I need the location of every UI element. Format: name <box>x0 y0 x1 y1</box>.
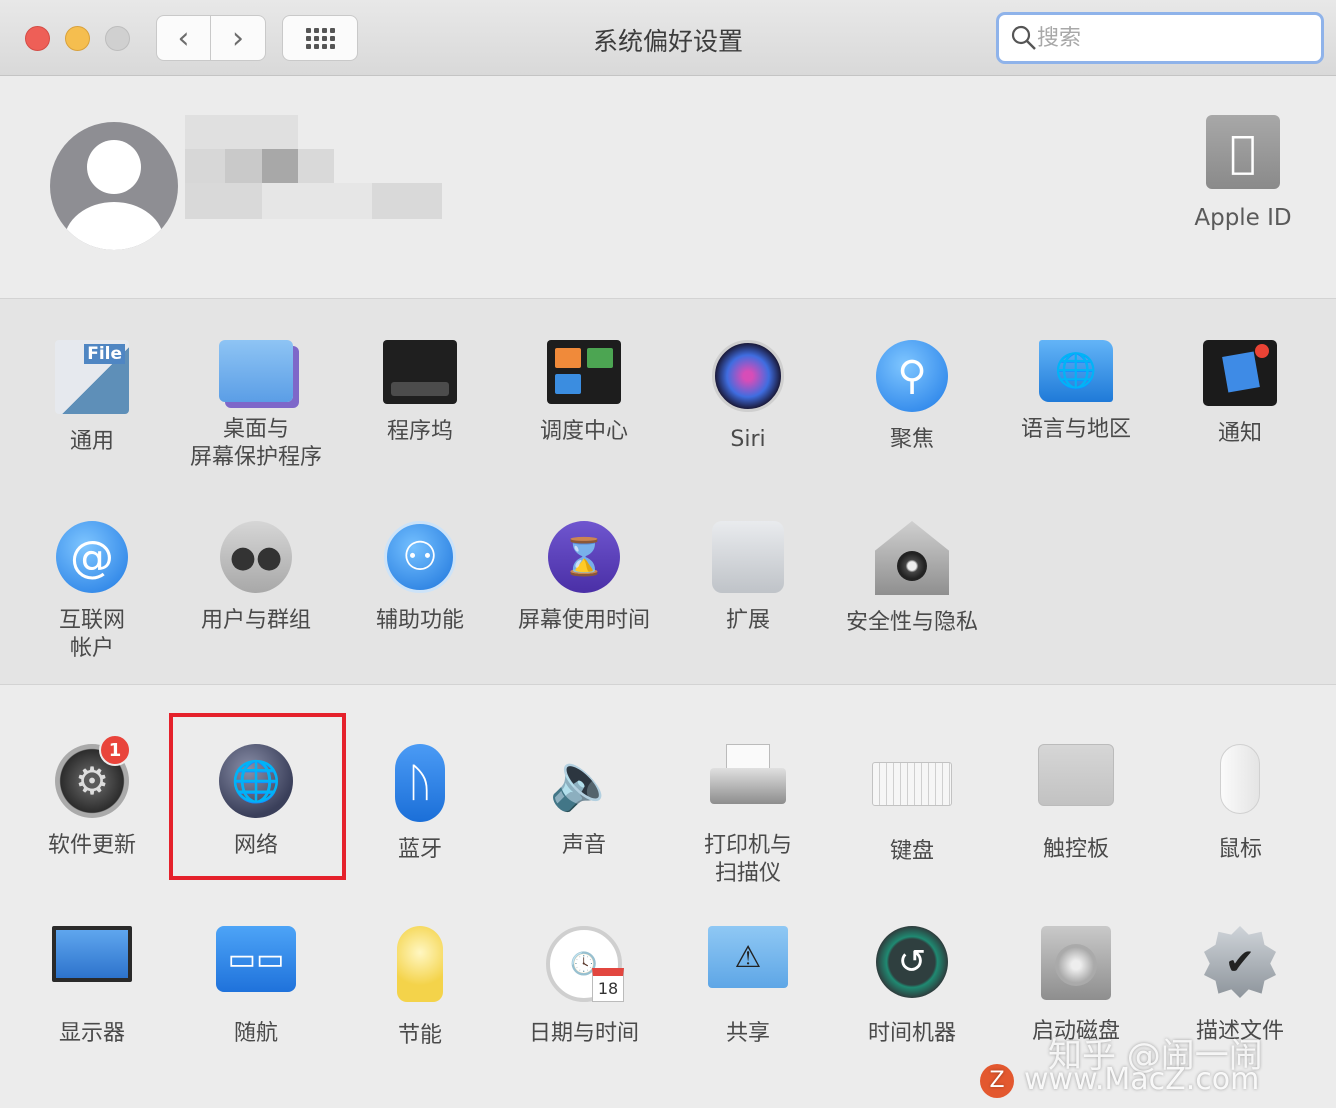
pref-network[interactable]: 🌐 网络 <box>174 744 338 860</box>
macz-logo-icon: Z <box>980 1063 1014 1098</box>
speaker-icon: 🔈 <box>549 749 619 814</box>
pref-internet-accounts[interactable]: @ 互联网 帐户 <box>10 521 174 663</box>
pref-security-privacy[interactable]: 安全性与隐私 <box>830 521 994 637</box>
chevron-left-icon: ‹ <box>177 20 190 56</box>
pref-users-groups[interactable]: ●● 用户与群组 <box>174 521 338 635</box>
notifications-icon <box>1203 340 1277 406</box>
pref-keyboard[interactable]: 键盘 <box>830 744 994 866</box>
display-icon <box>52 926 132 982</box>
pref-mouse[interactable]: 鼠标 <box>1158 744 1322 864</box>
pref-dock[interactable]: 程序坞 <box>338 340 502 446</box>
lightbulb-icon <box>397 926 443 1002</box>
pref-spotlight[interactable]: ⚲ 聚焦 <box>830 340 994 454</box>
pref-sound[interactable]: 🔈 声音 <box>502 744 666 860</box>
forward-button[interactable]: › <box>211 15 266 61</box>
spotlight-icon: ⚲ <box>876 340 948 412</box>
pref-bluetooth[interactable]: ᚢ 蓝牙 <box>338 744 502 864</box>
pref-date-time[interactable]: 🕓 18 日期与时间 <box>502 926 666 1048</box>
pref-accessibility[interactable]: ⚇ 辅助功能 <box>338 521 502 635</box>
dock-icon <box>383 340 457 404</box>
pref-extensions[interactable]: 扩展 <box>666 521 830 635</box>
pref-siri[interactable]: Siri <box>666 340 830 454</box>
chevron-right-icon: › <box>232 20 244 56</box>
accessibility-icon: ⚇ <box>384 521 456 593</box>
mission-control-icon <box>547 340 621 404</box>
pref-sidecar[interactable]: ▭▭ 随航 <box>174 926 338 1048</box>
general-icon: File <box>55 340 129 414</box>
hard-disk-icon <box>1041 926 1111 1000</box>
checkmark-badge-icon: ✔ <box>1204 926 1276 998</box>
pref-sharing[interactable]: ⚠ 共享 <box>666 926 830 1048</box>
update-count-badge: 1 <box>99 734 131 766</box>
pref-desktop-screensaver[interactable]: 桌面与 屏幕保护程序 <box>174 340 338 472</box>
pref-mission-control[interactable]: 调度中心 <box>502 340 666 446</box>
pref-screen-time[interactable]: ⌛ 屏幕使用时间 <box>502 521 666 635</box>
printer-icon <box>708 744 788 818</box>
search-input[interactable] <box>1037 25 1307 51</box>
apple-id-label: Apple ID <box>1194 205 1292 231</box>
apple-logo-icon:  <box>1206 115 1280 189</box>
system-preferences-window: ‹ › 系统偏好设置 搜索 Apple ID File 通用 桌面与 屏幕保护程… <box>0 0 1336 1108</box>
pref-notifications[interactable]: 通知 <box>1158 340 1322 448</box>
sharing-folder-icon: ⚠ <box>708 926 788 988</box>
trackpad-icon <box>1038 744 1114 806</box>
back-button[interactable]: ‹ <box>156 15 211 61</box>
pref-general[interactable]: File 通用 <box>10 340 174 456</box>
clock-icon: 🕓 18 <box>546 926 624 1002</box>
watermark-site: Zwww.MacZ.com <box>980 1062 1259 1098</box>
title-bar: ‹ › 系统偏好设置 <box>0 0 1336 76</box>
siri-icon <box>712 340 784 412</box>
sidecar-icon: ▭▭ <box>216 926 296 992</box>
pref-language-region[interactable]: 🌐 语言与地区 <box>994 340 1158 444</box>
extensions-icon <box>712 521 784 593</box>
avatar[interactable] <box>50 122 178 250</box>
pref-trackpad[interactable]: 触控板 <box>994 744 1158 864</box>
calendar-icon: 18 <box>592 968 624 1002</box>
pref-printers-scanners[interactable]: 打印机与 扫描仪 <box>666 744 830 888</box>
network-icon: 🌐 <box>219 744 293 818</box>
bluetooth-icon: ᚢ <box>395 744 445 822</box>
minimize-button[interactable] <box>65 26 90 51</box>
apple-id-pref[interactable]:  Apple ID <box>1180 115 1306 231</box>
zoom-button[interactable] <box>105 26 130 51</box>
pref-displays[interactable]: 显示器 <box>10 926 174 1048</box>
account-header:  Apple ID <box>0 77 1336 299</box>
mouse-icon <box>1220 744 1260 814</box>
pref-software-update[interactable]: ⚙ 1 软件更新 <box>10 734 174 860</box>
users-groups-icon: ●● <box>220 521 292 593</box>
software-update-icon: ⚙ 1 <box>55 734 131 818</box>
desktop-screensaver-icon <box>219 340 293 402</box>
screen-time-icon: ⌛ <box>548 521 620 593</box>
keyboard-icon <box>872 762 952 806</box>
show-all-button[interactable] <box>282 15 358 61</box>
pref-time-machine[interactable]: ↺ 时间机器 <box>830 926 994 1048</box>
pref-energy-saver[interactable]: 节能 <box>338 926 502 1050</box>
time-machine-icon: ↺ <box>876 926 948 998</box>
personal-prefs-section: File 通用 桌面与 屏幕保护程序 程序坞 调度中心 Siri ⚲ 聚焦 🌐 … <box>0 299 1336 685</box>
language-region-icon: 🌐 <box>1039 340 1113 402</box>
internet-accounts-icon: @ <box>56 521 128 593</box>
security-privacy-icon <box>875 521 949 595</box>
search-icon <box>1011 25 1036 50</box>
close-button[interactable] <box>25 26 50 51</box>
grid-icon <box>305 27 335 49</box>
search-field[interactable] <box>996 12 1324 64</box>
